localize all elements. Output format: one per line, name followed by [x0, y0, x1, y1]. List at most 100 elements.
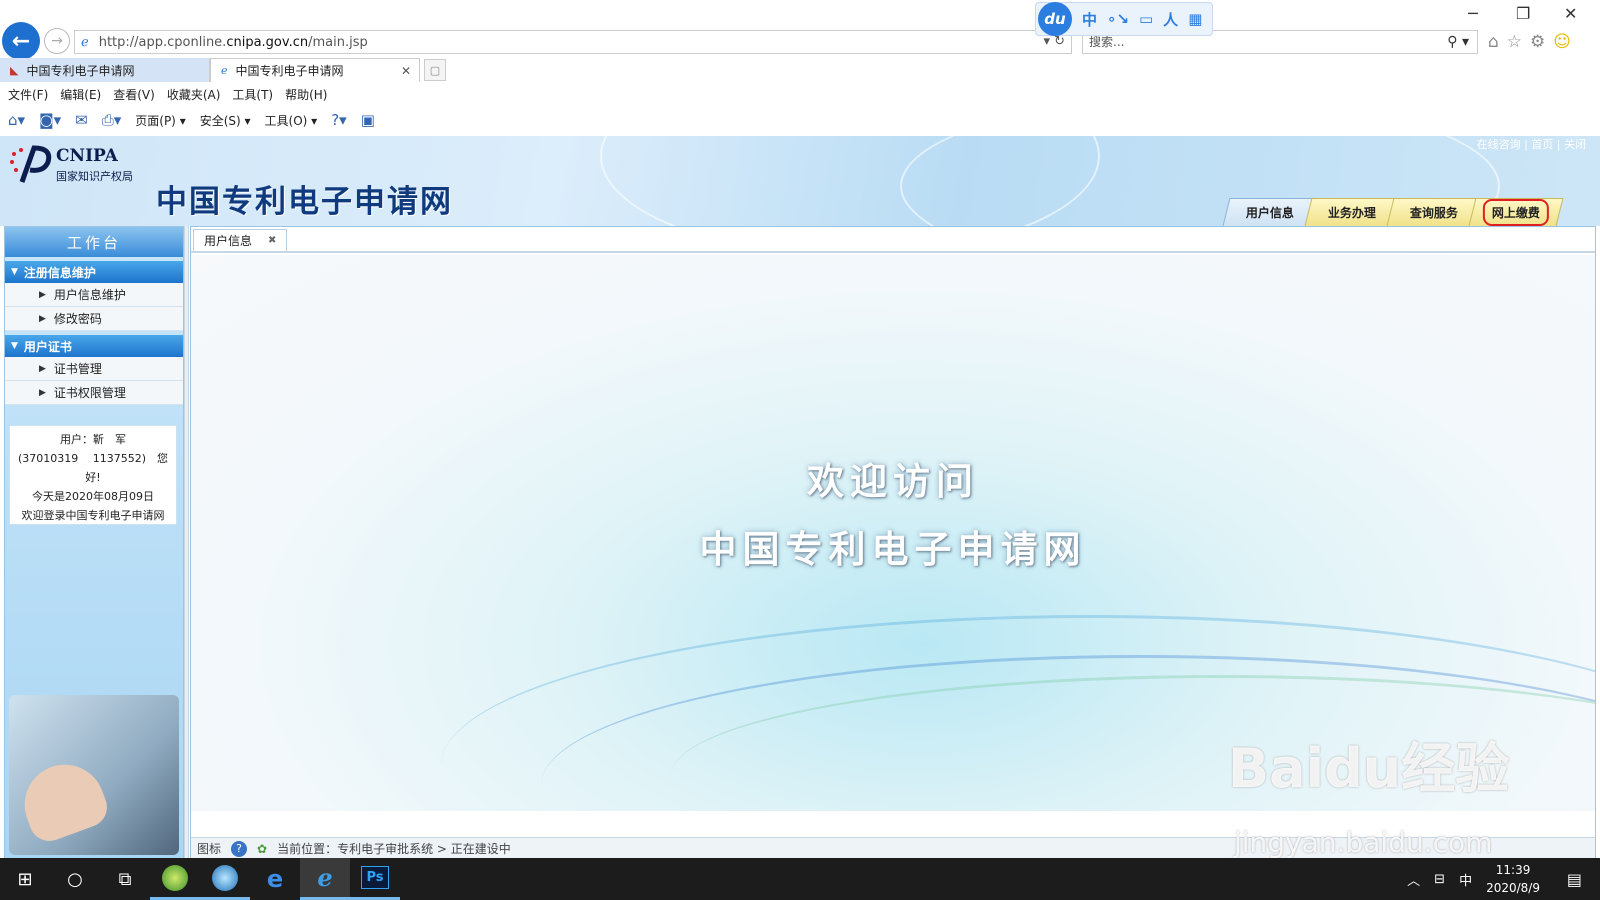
read-mail-icon[interactable]: ✉ — [75, 111, 88, 129]
item-label: 用户信息维护 — [53, 288, 126, 302]
baidu-watermark-url: jingyan.baidu.com — [1234, 826, 1493, 859]
taskbar-app-green[interactable] — [150, 858, 200, 900]
nav-tab-user-info[interactable]: 用户信息 — [1222, 198, 1318, 226]
browser-chrome: ← → ℯ http://app.cponline.cnipa.gov.cn/m… — [0, 0, 1600, 136]
site-banner: CNIPA 国家知识产权局 中国专利电子申请网 在线咨询 | 首页 | 关闭 用… — [0, 136, 1600, 226]
group-label: 注册信息维护 — [23, 265, 96, 280]
keyboard-illustration — [9, 695, 179, 855]
print-icon[interactable]: ⎙▾ — [102, 111, 122, 129]
menu-view[interactable]: 查看(V) — [113, 86, 155, 103]
welcome-text: 欢迎登录中国专利电子申请网 — [21, 509, 165, 522]
menu-help[interactable]: 帮助(H) — [285, 86, 327, 103]
sidebar-item-user-info[interactable]: ▶ 用户信息维护 — [5, 283, 183, 307]
start-windows-icon[interactable]: ⊞ — [0, 858, 50, 900]
help-icon[interactable]: ?▾ — [331, 111, 347, 129]
menu-edit[interactable]: 编辑(E) — [60, 86, 101, 103]
sidebar-item-change-password[interactable]: ▶ 修改密码 — [5, 307, 183, 331]
windows-taskbar: ⊞ ○ ⧉ e ℯ Ps ︿ ⊟ 中 11:39 2020/8/9 ▤ — [0, 858, 1600, 900]
welcome-site-name: 中国专利电子申请网 — [699, 528, 1087, 571]
logo-text-cn: 国家知识产权局 — [56, 170, 133, 183]
edge-icon: e — [266, 865, 284, 893]
help-circle-icon[interactable]: ? — [231, 840, 248, 857]
taskbar-photoshop[interactable]: Ps — [350, 858, 400, 900]
cnipa-app-icon — [212, 864, 238, 891]
nav-tab-online-payment[interactable]: 网上缴费 — [1468, 198, 1564, 226]
sidebar-item-cert-management[interactable]: ▶ 证书管理 — [5, 357, 183, 381]
menu-favorites[interactable]: 收藏夹(A) — [167, 86, 221, 103]
close-tab-icon[interactable]: ✖ — [268, 235, 276, 246]
notification-icon[interactable]: ▤ — [1567, 870, 1582, 889]
cnipa-logo-icon — [10, 145, 52, 183]
command-bar: ⌂▾ ◙▾ ✉ ⎙▾ 页面(P) ▾ 安全(S) ▾ 工具(O) ▾ ?▾ ▣ — [0, 106, 375, 134]
home-icon[interactable]: ⌂ — [1488, 32, 1499, 52]
item-label: 证书管理 — [53, 362, 102, 376]
taskbar-ie[interactable]: ℯ — [300, 858, 350, 900]
baidu-toolbar: du 中 ∘↘ ▭ 人 ▦ — [1035, 2, 1213, 36]
browser-tab-1[interactable]: ◣ 中国专利电子申请网 — [0, 58, 210, 82]
research-icon[interactable]: ▣ — [361, 111, 375, 129]
top-links[interactable]: 在线咨询 | 首页 | 关闭 — [1477, 136, 1586, 152]
new-tab-button[interactable]: ▢ — [424, 59, 446, 81]
sidebar-group-registration[interactable]: ▼ 注册信息维护 — [5, 261, 183, 283]
nav-tab-label: 查询服务 — [1409, 206, 1458, 220]
baidu-watermark: Baidu经验 — [1228, 737, 1510, 800]
menu-file[interactable]: 文件(F) — [8, 86, 48, 103]
forward-button[interactable]: → — [44, 28, 70, 54]
home-cmd-icon[interactable]: ⌂▾ — [8, 111, 25, 129]
search-icon[interactable]: ⚲ ▾ — [1447, 31, 1469, 53]
chevron-up-icon[interactable]: ︿ — [1407, 870, 1420, 889]
clock-time: 11:39 — [1495, 863, 1531, 877]
sidebar-splitter[interactable] — [184, 226, 189, 860]
feedback-smile-icon[interactable]: ☺ — [1553, 32, 1571, 52]
baidu-logo-icon[interactable]: du — [1038, 2, 1072, 36]
cortana-search-icon[interactable]: ○ — [50, 858, 100, 900]
menu-tools[interactable]: 工具(T) — [232, 86, 273, 103]
tools-menu-label: 工具(O) — [264, 113, 308, 128]
user-name: 用户：靳 军 — [60, 433, 126, 446]
refresh-icon[interactable]: ▾ ↻ — [1043, 34, 1065, 49]
restore-icon[interactable]: ❐ — [1516, 4, 1530, 23]
network-icon[interactable]: ⊟ — [1434, 872, 1445, 887]
item-label: 修改密码 — [53, 312, 102, 326]
sidebar-header: 工作台 — [5, 227, 183, 257]
page-menu[interactable]: 页面(P) ▾ — [135, 112, 185, 129]
clock[interactable]: 11:39 2020/8/9 — [1486, 861, 1540, 897]
apps-grid-icon[interactable]: ▦ — [1188, 10, 1202, 28]
sidebar-item-cert-permissions[interactable]: ▶ 证书权限管理 — [5, 381, 183, 405]
settings-dots-icon[interactable]: ∘↘ — [1107, 10, 1129, 28]
content-tab-label: 用户信息 — [204, 234, 253, 248]
user-info-box: 用户：靳 军 (37010319 1137552) 您 好! 今天是2020年0… — [9, 425, 177, 525]
ie-icon: ℯ — [317, 863, 333, 892]
today-date: 今天是2020年08月09日 — [32, 490, 154, 503]
favorites-star-icon[interactable]: ☆ — [1507, 32, 1522, 52]
safety-menu[interactable]: 安全(S) ▾ — [200, 112, 251, 129]
caret-right-icon: ▶ — [39, 313, 46, 324]
logo-text-en: CNIPA — [56, 146, 118, 166]
back-button[interactable]: ← — [2, 22, 40, 60]
tools-menu[interactable]: 工具(O) ▾ — [265, 112, 318, 129]
caret-right-icon: ▶ — [39, 387, 46, 398]
user-id: (37010319 1137552) — [17, 452, 147, 465]
nav-tab-business[interactable]: 业务办理 — [1304, 198, 1400, 226]
task-view-icon[interactable]: ⧉ — [100, 858, 150, 900]
gear-icon[interactable]: ⚙ — [1530, 32, 1545, 52]
taskbar-edge[interactable]: e — [250, 858, 300, 900]
collapse-triangle-icon: ▼ — [11, 341, 18, 351]
hand-illustration — [13, 753, 113, 847]
browser-tab-2[interactable]: ℯ 中国专利电子申请网 ✕ — [210, 58, 420, 82]
sidebar-group-certificate[interactable]: ▼ 用户证书 — [5, 335, 183, 357]
chinese-input-icon[interactable]: 中 — [1082, 9, 1097, 30]
screen-icon[interactable]: ▭ — [1139, 10, 1153, 28]
rss-feed-icon[interactable]: ◙▾ — [39, 111, 61, 129]
address-bar[interactable]: ℯ http://app.cponline.cnipa.gov.cn/main.… — [74, 30, 1072, 54]
close-tab-icon[interactable]: ✕ — [401, 64, 411, 78]
minimize-icon[interactable]: ─ — [1468, 4, 1478, 23]
close-window-icon[interactable]: ✕ — [1564, 4, 1577, 23]
nav-tab-query[interactable]: 查询服务 — [1386, 198, 1482, 226]
content-tab-user-info[interactable]: 用户信息 ✖ — [193, 229, 288, 251]
taskbar-app-cnipa[interactable] — [200, 858, 250, 900]
group-label: 用户证书 — [23, 339, 72, 354]
green-app-icon — [162, 864, 188, 891]
input-language[interactable]: 中 — [1459, 870, 1472, 889]
user-icon[interactable]: 人 — [1163, 9, 1178, 30]
